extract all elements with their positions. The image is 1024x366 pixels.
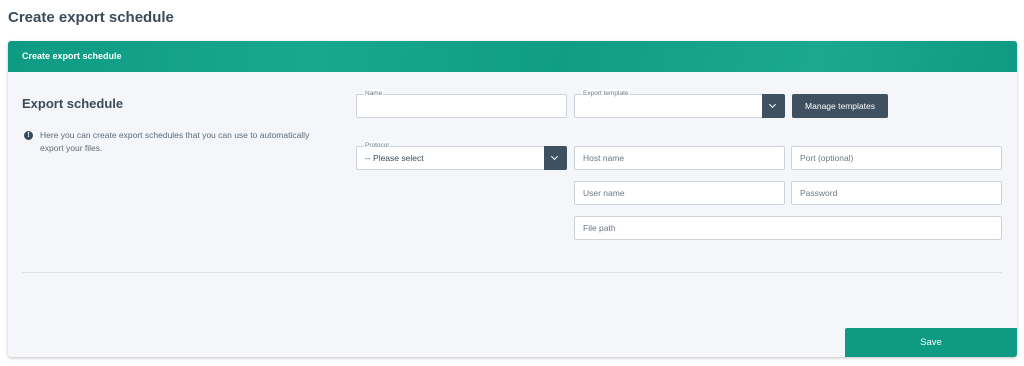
host-name-field[interactable] [574,146,785,170]
port-input[interactable] [800,147,995,169]
section-title: Export schedule [22,96,124,111]
chevron-down-icon [768,100,777,109]
file-path-input[interactable] [583,217,993,239]
protocol-value: -- Please select [365,153,424,163]
protocol-select[interactable]: Protocol -- Please select [356,141,567,170]
port-field[interactable] [791,146,1002,170]
password-input[interactable] [800,182,995,204]
user-name-input[interactable] [583,182,778,204]
export-template-dropdown-button[interactable] [762,94,785,118]
panel-header: Create export schedule [8,41,1017,72]
export-template-legend: Export template [582,89,630,98]
save-button[interactable]: Save [845,328,1017,357]
divider [22,272,1002,273]
page-title: Create export schedule [8,9,174,26]
protocol-dropdown-button[interactable] [544,146,567,170]
info-text: Here you can create export schedules tha… [40,130,310,153]
host-name-input[interactable] [583,147,778,169]
name-field[interactable]: Name [356,89,567,118]
password-field[interactable] [791,181,1002,205]
info-icon: ! [24,131,33,140]
panel-header-title: Create export schedule [22,51,122,61]
export-template-select[interactable]: Export template [574,89,785,118]
user-name-field[interactable] [574,181,785,205]
name-input[interactable] [365,95,560,117]
chevron-down-icon [550,152,559,161]
file-path-field[interactable] [574,216,1002,240]
manage-templates-button[interactable]: Manage templates [792,94,888,118]
